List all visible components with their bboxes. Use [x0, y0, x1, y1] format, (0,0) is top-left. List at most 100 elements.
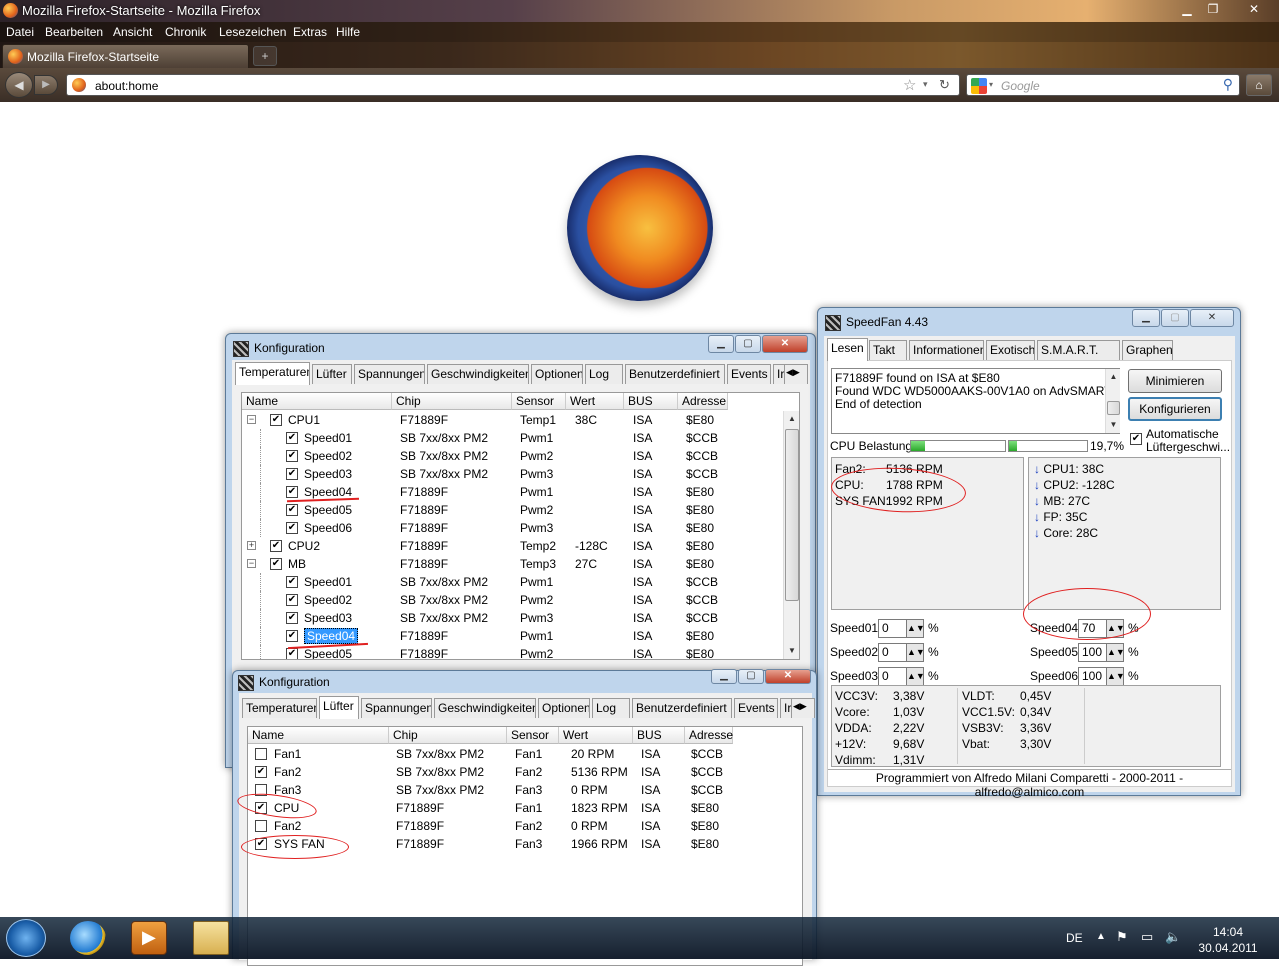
start-button[interactable] [6, 919, 46, 957]
home-button[interactable]: ⌂ [1246, 74, 1272, 96]
tree-row[interactable]: − ✔ MB F71889F Temp3 27C ISA $E80 [242, 555, 782, 573]
bookmark-star-icon[interactable]: ☆ [903, 76, 916, 94]
log-box[interactable]: F71889F found on ISA at $E80 Found WDC W… [831, 368, 1120, 434]
new-tab-button[interactable]: + [253, 46, 277, 66]
spin-arrows-icon[interactable]: ▲▼ [1106, 643, 1125, 662]
sensor-checkbox[interactable]: ✔ [270, 558, 282, 570]
tab-benutzerdefiniert[interactable]: Benutzerdefiniert [632, 698, 732, 718]
sensor-checkbox[interactable]: ✔ [286, 612, 298, 624]
minimize-button[interactable]: ▁ [708, 335, 734, 353]
tab-geschwindigkeiten[interactable]: Geschwindigkeiten [427, 364, 529, 384]
tree-row[interactable]: ✔ Speed06 F71889F Pwm3 ISA $E80 [242, 519, 782, 537]
tree-row[interactable]: ✔ Speed02 SB 7xx/8xx PM2 Pwm2 ISA $CCB [242, 447, 782, 465]
close-button[interactable]: ✕ [762, 335, 808, 353]
scroll-thumb[interactable] [785, 429, 799, 601]
speed05-spinner[interactable]: 100 ▲▼ [1078, 643, 1125, 662]
minimize-to-tray-button[interactable]: Minimieren [1128, 369, 1222, 393]
speed01-spinner[interactable]: 0 ▲▼ [878, 619, 925, 638]
col-header-sensor[interactable]: Sensor [507, 727, 559, 744]
search-icon[interactable]: ⚲ [1223, 76, 1233, 93]
tab-events[interactable]: Events [734, 698, 778, 718]
vertical-scrollbar[interactable]: ▲ ▼ [783, 411, 799, 659]
media-player-icon[interactable]: ▶ [131, 921, 167, 955]
tree-row[interactable]: ✔ Speed03 SB 7xx/8xx PM2 Pwm3 ISA $CCB [242, 609, 782, 627]
language-indicator[interactable]: DE [1066, 931, 1083, 945]
tab-optionen[interactable]: Optionen [538, 698, 590, 718]
spin-arrows-icon[interactable]: ▲▼ [906, 619, 925, 638]
tab-spannungen[interactable]: Spannungen [354, 364, 425, 384]
speed02-spinner[interactable]: 0 ▲▼ [878, 643, 925, 662]
speed06-spinner[interactable]: 100 ▲▼ [1078, 667, 1125, 686]
show-hidden-icons-icon[interactable]: ▲ [1096, 931, 1106, 942]
col-header-name[interactable]: Name [242, 393, 392, 410]
sensor-checkbox[interactable]: ✔ [286, 450, 298, 462]
tab-exotisch[interactable]: Exotisch [986, 340, 1035, 360]
sensor-checkbox[interactable]: ✔ [286, 504, 298, 516]
sensor-checkbox[interactable]: ✔ [286, 432, 298, 444]
tab-log[interactable]: Log [592, 698, 630, 718]
tab-geschwindigkeiten[interactable]: Geschwindigkeiten [434, 698, 536, 718]
forward-button[interactable]: ▶ [34, 75, 58, 95]
minimize-button[interactable]: ▁ [1132, 309, 1160, 327]
reload-icon[interactable]: ↻ [939, 77, 950, 93]
tab-temperaturen[interactable]: Temperaturen [235, 362, 310, 385]
tab-graphen[interactable]: Graphen [1122, 340, 1173, 360]
tree-row[interactable]: ✔ Speed05 F71889F Pwm2 ISA $E80 [242, 645, 782, 659]
fan-row[interactable]: ✔ Fan2 SB 7xx/8xx PM2 Fan2 5136 RPM ISA $CCB [248, 763, 802, 781]
clock-time[interactable]: 14:04 [1200, 925, 1256, 939]
col-header-chip[interactable]: Chip [392, 393, 512, 410]
tab-events[interactable]: Events [727, 364, 771, 384]
sensor-checkbox[interactable]: ✔ [286, 522, 298, 534]
minimize-button[interactable]: ▁ [711, 669, 737, 684]
tab-smart[interactable]: S.M.A.R.T. [1037, 340, 1120, 360]
tree-row[interactable]: ✔ Speed02 SB 7xx/8xx PM2 Pwm2 ISA $CCB [242, 591, 782, 609]
internet-explorer-icon[interactable] [70, 921, 106, 955]
scroll-up-icon[interactable]: ▲ [784, 411, 800, 427]
col-header-chip[interactable]: Chip [389, 727, 507, 744]
menu-hilfe[interactable]: Hilfe [336, 25, 360, 39]
volume-icon[interactable]: 🔈 [1165, 929, 1181, 945]
tab-log[interactable]: Log [585, 364, 623, 384]
minimize-button[interactable]: ▁ [1176, 1, 1198, 19]
back-button[interactable]: ◀ [5, 72, 33, 98]
col-header-wert[interactable]: Wert [566, 393, 624, 410]
google-icon[interactable] [971, 78, 987, 94]
tab-optionen[interactable]: Optionen [531, 364, 583, 384]
tab-luefter[interactable]: Lüfter [312, 364, 352, 384]
fan-checkbox[interactable] [255, 748, 267, 760]
fan-row[interactable]: ✔ CPU F71889F Fan1 1823 RPM ISA $E80 [248, 799, 802, 817]
fan-row[interactable]: Fan1 SB 7xx/8xx PM2 Fan1 20 RPM ISA $CCB [248, 745, 802, 763]
tree-row[interactable]: ✔ Speed04 F71889F Pwm1 ISA $E80 [242, 627, 782, 645]
engine-dropdown-icon[interactable]: ▾ [989, 80, 993, 89]
menu-lesezeichen[interactable]: Lesezeichen [219, 25, 286, 39]
spin-arrows-icon[interactable]: ▲▼ [906, 667, 925, 686]
action-center-flag-icon[interactable]: ⚑ [1116, 929, 1128, 945]
tree-row[interactable]: ✔ Speed03 SB 7xx/8xx PM2 Pwm3 ISA $CCB [242, 465, 782, 483]
col-header-name[interactable]: Name [248, 727, 389, 744]
explorer-folder-icon[interactable] [193, 921, 229, 955]
expand-toggle-icon[interactable]: − [247, 559, 256, 568]
maximize-button[interactable]: ▢ [735, 335, 761, 353]
search-bar[interactable]: ▾ Google ⚲ [966, 74, 1240, 96]
tab-scroll-arrows[interactable]: ◀▶ [791, 698, 815, 718]
sensor-checkbox[interactable]: ✔ [286, 594, 298, 606]
close-button[interactable]: ✕ [765, 669, 811, 684]
speed03-spinner[interactable]: 0 ▲▼ [878, 667, 925, 686]
tab-informationen[interactable]: Informationen [909, 340, 984, 360]
maximize-button[interactable]: ❐ [1202, 1, 1224, 19]
fan-checkbox[interactable] [255, 820, 267, 832]
network-icon[interactable]: ▭ [1141, 929, 1153, 945]
col-header-bus[interactable]: BUS [624, 393, 678, 410]
col-header-adresse[interactable]: Adresse [678, 393, 728, 410]
sensor-checkbox[interactable]: ✔ [286, 630, 298, 642]
sensor-checkbox[interactable]: ✔ [270, 414, 282, 426]
maximize-button[interactable]: ▢ [1161, 309, 1189, 327]
tab-spannungen[interactable]: Spannungen [361, 698, 432, 718]
close-button[interactable]: ✕ [1240, 1, 1268, 19]
col-header-bus[interactable]: BUS [633, 727, 685, 744]
sensor-checkbox[interactable]: ✔ [286, 576, 298, 588]
fan-row[interactable]: Fan2 F71889F Fan2 0 RPM ISA $E80 [248, 817, 802, 835]
spin-arrows-icon[interactable]: ▲▼ [1106, 667, 1125, 686]
log-scrollbar[interactable]: ▲ ▼ [1105, 369, 1120, 433]
col-header-sensor[interactable]: Sensor [512, 393, 566, 410]
